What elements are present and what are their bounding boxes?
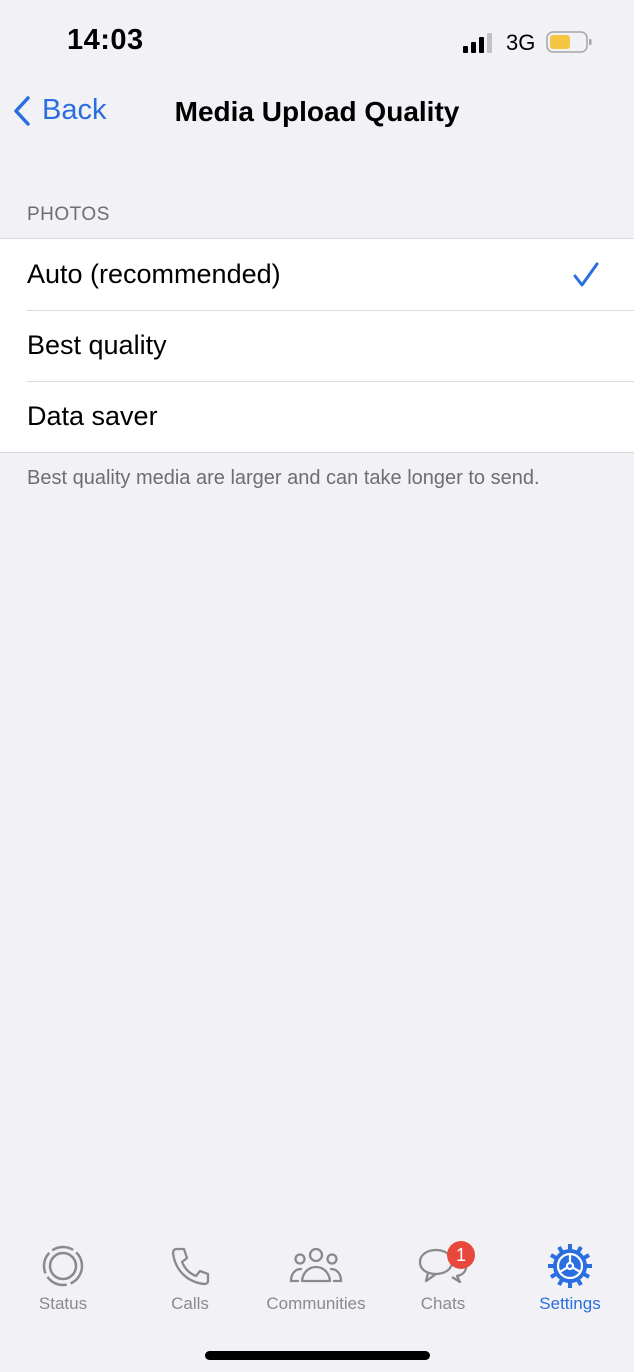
section-header-photos: PHOTOS <box>27 204 110 225</box>
tab-label: Chats <box>420 1294 466 1313</box>
option-data-saver[interactable]: Data saver <box>0 381 634 452</box>
tab-calls[interactable]: Calls <box>130 1240 250 1314</box>
gear-icon <box>548 1244 592 1288</box>
quality-options-list: Auto (recommended) Best quality Data sav… <box>0 238 634 453</box>
page-title: Media Upload Quality <box>174 96 460 127</box>
phone-icon <box>171 1247 210 1286</box>
tab-label: Communities <box>266 1294 366 1313</box>
option-best-quality[interactable]: Best quality <box>0 310 634 381</box>
navigation-bar: Back Media Upload Quality <box>0 80 634 146</box>
tab-label: Settings <box>539 1294 601 1313</box>
tab-communities[interactable]: Communities <box>256 1240 376 1314</box>
communities-icon <box>289 1247 343 1283</box>
option-auto[interactable]: Auto (recommended) <box>0 239 634 310</box>
tab-label: Status <box>38 1294 88 1313</box>
tab-bar: Status Calls Communities 1 Chats Setting… <box>0 1240 634 1330</box>
battery-icon <box>546 31 592 53</box>
option-label: Auto (recommended) <box>27 259 281 289</box>
signal-strength-icon <box>463 33 492 53</box>
tab-label: Calls <box>171 1294 209 1313</box>
option-label: Data saver <box>27 401 158 431</box>
option-label: Best quality <box>27 330 167 360</box>
status-icon <box>42 1245 84 1287</box>
tab-chats[interactable]: 1 Chats <box>383 1240 503 1314</box>
clock: 14:03 <box>67 24 144 56</box>
unread-badge: 1 <box>447 1241 475 1269</box>
home-indicator[interactable] <box>205 1351 430 1360</box>
checkmark-icon <box>573 262 599 287</box>
section-footer-note: Best quality media are larger and can ta… <box>27 467 540 489</box>
tab-status[interactable]: Status <box>3 1240 123 1314</box>
network-type: 3G <box>506 30 536 55</box>
status-bar: 14:03 3G <box>0 0 634 80</box>
tab-settings[interactable]: Settings <box>510 1240 630 1314</box>
